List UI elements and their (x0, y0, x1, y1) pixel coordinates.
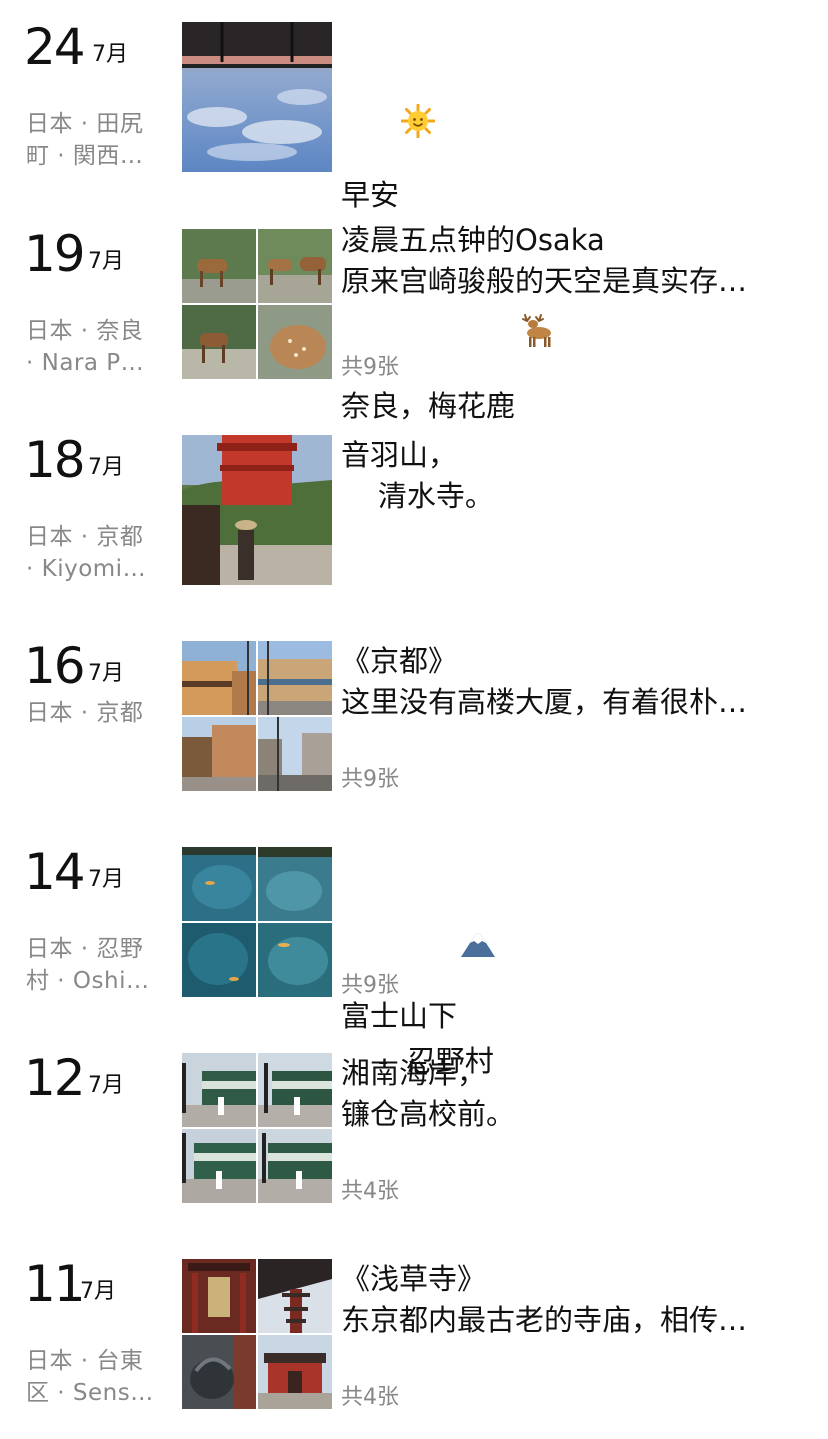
timeline-entry[interactable]: 12 7月 湘南海岸， 镰仓高校前。 共4张 (0, 1053, 828, 1233)
entry-photo[interactable] (182, 435, 332, 585)
timeline-entry[interactable]: 19 7月 日本 · 奈良 · Nara P… 奈良，梅花鹿 共9张 (0, 225, 828, 423)
entry-text: 奈良，梅花鹿 (341, 229, 801, 431)
grid-photo[interactable] (182, 923, 256, 997)
photo-count: 共9张 (341, 355, 399, 380)
entry-location: 日本 · 京都 · Kiyomi… (26, 524, 147, 582)
timeline-entry[interactable]: 11 7月 日本 · 台東 区 · Sens… 《浅草寺》 东京都内最古老的寺庙… (0, 1259, 828, 1439)
grid-photo[interactable] (258, 847, 332, 921)
grid-photo[interactable] (258, 1335, 332, 1409)
entry-photo-grid[interactable] (182, 1259, 332, 1409)
photo-count: 共9张 (341, 973, 399, 998)
sun-icon (401, 22, 456, 220)
entry-day: 16 (24, 637, 86, 695)
grid-photo[interactable] (258, 1053, 332, 1127)
grid-photo[interactable] (258, 305, 332, 379)
entry-photo-grid[interactable] (182, 847, 332, 997)
grid-photo[interactable] (182, 1335, 256, 1409)
grid-photo[interactable] (182, 1259, 256, 1333)
timeline-entry[interactable]: 14 7月 日本 · 忍野 村 · Oshi… 富士山下 - 忍野村 共9张 (0, 843, 828, 1078)
entry-day: 12 (24, 1049, 86, 1107)
entry-day: 14 (24, 843, 86, 901)
photo-count: 共9张 (341, 767, 399, 792)
entry-photo-grid[interactable] (182, 1053, 332, 1203)
grid-photo[interactable] (258, 641, 332, 715)
entry-month: 7月 (80, 1279, 116, 1304)
timeline-entry[interactable]: 18 7月 日本 · 京都 · Kiyomi… 音羽山， 清水寺。 (0, 435, 828, 615)
entry-location: 日本 · 奈良 · Nara P… (26, 318, 145, 376)
entry-location: 日本 · 京都 (26, 700, 144, 726)
entry-month: 7月 (88, 1073, 124, 1098)
grid-photo[interactable] (182, 305, 256, 379)
photo-count: 共4张 (341, 1179, 399, 1204)
entry-location: 日本 · 忍野 村 · Oshi… (26, 936, 150, 994)
entry-photo-grid[interactable] (182, 229, 332, 379)
entry-photo-grid[interactable] (182, 641, 332, 791)
entry-text: 《浅草寺》 东京都内最古老的寺庙，相传… (341, 1262, 748, 1337)
entry-location: 日本 · 台東 区 · Sens… (26, 1348, 154, 1406)
entry-month: 7月 (88, 455, 124, 480)
entry-month: 7月 (88, 661, 124, 686)
grid-photo[interactable] (182, 717, 256, 791)
entry-text: 音羽山， 清水寺。 (341, 438, 494, 513)
grid-photo[interactable] (258, 923, 332, 997)
grid-photo[interactable] (182, 847, 256, 921)
deer-icon (517, 229, 572, 431)
entry-location: 日本 · 田尻 町 · 関西… (26, 111, 144, 169)
grid-photo[interactable] (182, 1053, 256, 1127)
mountain-icon (459, 847, 514, 1041)
entry-day: 18 (24, 431, 86, 489)
photo-count: 共4张 (341, 1385, 399, 1410)
entry-text: 富士山下 - 忍野村 (341, 847, 801, 1082)
entry-day: 24 (24, 18, 86, 76)
timeline-entry[interactable]: 16 7月 日本 · 京都 《京都》 这里没有高楼大厦，有着很朴… 共9张 (0, 641, 828, 821)
entry-month: 7月 (88, 867, 124, 892)
entry-month: 7月 (88, 249, 124, 274)
grid-photo[interactable] (258, 1129, 332, 1203)
grid-photo[interactable] (182, 229, 256, 303)
grid-photo[interactable] (258, 717, 332, 791)
entry-text: 《京都》 这里没有高楼大厦，有着很朴… (341, 644, 748, 719)
entry-day: 11 (24, 1255, 86, 1313)
timeline-entry[interactable]: 24 7月 日本 · 田尻 町 · 関西… 早安 凌晨五点钟的Osaka 原来宫… (0, 18, 828, 298)
entry-month: 7月 (92, 42, 128, 67)
grid-photo[interactable] (258, 229, 332, 303)
entry-photo[interactable] (182, 22, 332, 172)
grid-photo[interactable] (258, 1259, 332, 1333)
entry-text: 湘南海岸， 镰仓高校前。 (341, 1056, 516, 1131)
entry-day: 19 (24, 225, 86, 283)
grid-photo[interactable] (182, 1129, 256, 1203)
grid-photo[interactable] (182, 641, 256, 715)
